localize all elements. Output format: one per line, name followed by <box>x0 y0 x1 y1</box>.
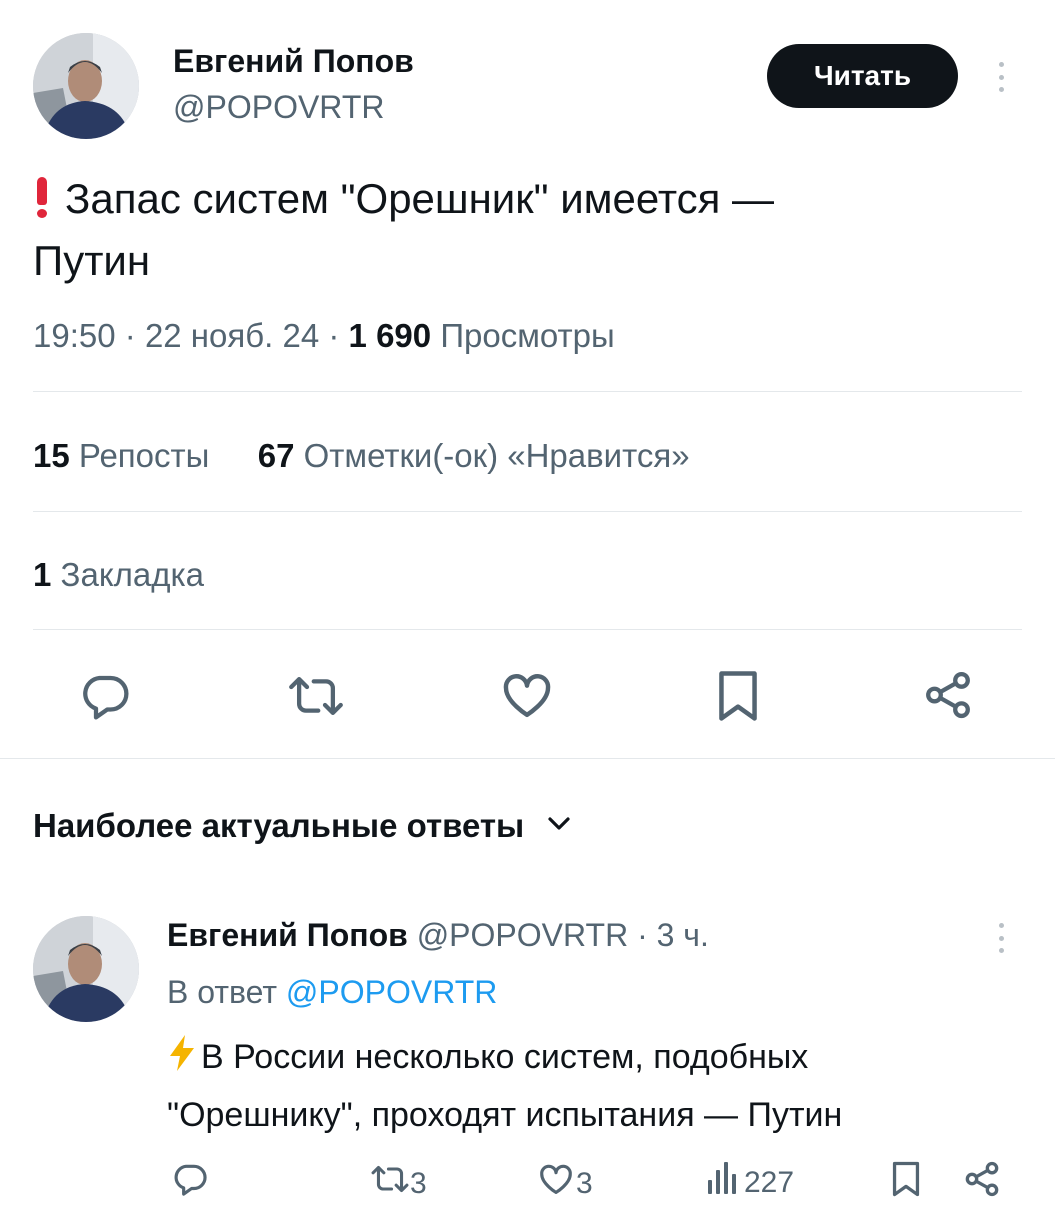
reply-to-handle-link[interactable]: @POPOVRTR <box>286 974 497 1010</box>
divider <box>33 511 1022 512</box>
author-handle[interactable]: @POPOVRTR <box>173 88 384 126</box>
lightning-icon <box>167 1034 197 1088</box>
retweet-icon[interactable] <box>286 669 346 723</box>
reply-text: В России несколько систем, подобных "Оре… <box>167 1030 842 1142</box>
views-icon <box>706 1160 738 1206</box>
reply-text-line1: В России несколько систем, подобных <box>167 1030 842 1088</box>
reply-text-line2: "Орешнику", проходят испытания — Путин <box>167 1096 843 1134</box>
replies-header-label: Наиболее актуальные ответы <box>33 807 525 844</box>
follow-button[interactable]: Читать <box>767 44 958 108</box>
reply-context: В ответ @POPOVRTR <box>167 974 498 1010</box>
likes-stat[interactable]: 67 Отметки(-ок) «Нравится» <box>258 437 690 474</box>
like-icon <box>536 1160 576 1208</box>
retweet-icon <box>370 1160 410 1208</box>
reply-icon[interactable] <box>170 1160 210 1198</box>
divider <box>33 391 1022 392</box>
views-count: 1 690 <box>348 317 432 354</box>
reply-views-count: 227 <box>744 1166 795 1199</box>
reply-author-avatar[interactable] <box>33 916 139 1022</box>
bookmarks-stat[interactable]: 1 Закладка <box>33 555 204 595</box>
reply-retweet-count: 3 <box>410 1167 427 1200</box>
share-icon[interactable] <box>921 667 975 723</box>
kebab-icon[interactable] <box>996 923 1006 953</box>
bookmark-icon[interactable] <box>712 667 764 725</box>
author-avatar[interactable] <box>33 33 139 139</box>
reply-author-handle[interactable]: @POPOVRTR <box>417 917 628 953</box>
reply-header: Евгений Попов @POPOVRTR · 3 ч. <box>167 917 709 953</box>
like-icon[interactable] <box>499 667 555 723</box>
reply-like-action[interactable]: 3 <box>536 1160 593 1208</box>
tweet-time[interactable]: 19:50 <box>33 317 116 354</box>
reply-icon[interactable] <box>78 669 132 723</box>
reply-time[interactable]: 3 ч. <box>657 917 709 953</box>
views-label: Просмотры <box>440 317 615 354</box>
share-icon[interactable] <box>962 1158 1002 1200</box>
reply-like-count: 3 <box>576 1167 593 1200</box>
replies-sort-button[interactable]: Наиболее актуальные ответы <box>33 806 572 846</box>
author-name[interactable]: Евгений Попов <box>173 42 414 80</box>
tweet-text-line1: Запас систем "Орешник" имеется — <box>33 168 1033 230</box>
section-divider <box>0 758 1055 759</box>
follow-button-label: Читать <box>813 60 912 91</box>
reply-views-action[interactable]: 227 <box>706 1160 794 1206</box>
tweet-text-line2: Путин <box>33 237 151 284</box>
divider <box>33 629 1022 630</box>
stats-row: 15 Репосты 67 Отметки(-ок) «Нравится» <box>33 436 690 476</box>
tweet-date[interactable]: 22 нояб. 24 <box>145 317 319 354</box>
kebab-icon[interactable] <box>996 62 1006 92</box>
reply-retweet-action[interactable]: 3 <box>370 1160 427 1208</box>
reposts-stat[interactable]: 15 Репосты <box>33 437 209 474</box>
chevron-down-icon <box>546 815 572 838</box>
tweet-meta: 19:50 · 22 нояб. 24 · 1 690 Просмотры <box>33 317 615 354</box>
tweet-text: Запас систем "Орешник" имеется — Путин <box>33 168 1033 292</box>
bookmark-icon[interactable] <box>888 1158 924 1200</box>
exclamation-icon <box>33 177 51 218</box>
reply-author-name[interactable]: Евгений Попов <box>167 917 408 953</box>
